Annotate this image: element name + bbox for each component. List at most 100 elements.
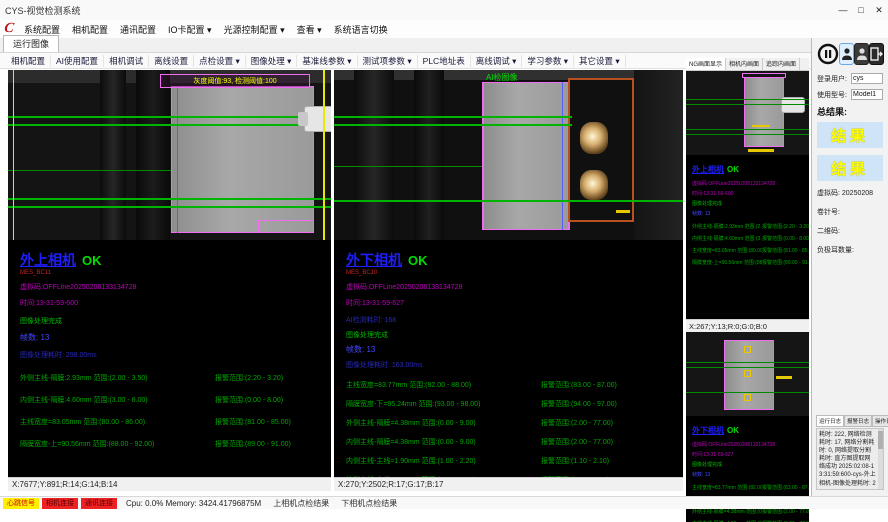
menu-io-config[interactable]: IO卡配置 ▾ [162, 23, 218, 36]
tool-test-params[interactable]: 测试项参数 ▾ [358, 55, 418, 67]
camera-title: 外上相机 [692, 164, 724, 175]
camera-title: 外下相机 [346, 250, 402, 270]
ai-image-overlay-text: AI检图像 [486, 72, 518, 83]
log-tab-alarm[interactable]: 报警日志 [844, 415, 872, 427]
result-ok-label: OK [727, 165, 739, 174]
exit-door-icon [870, 47, 883, 61]
minimize-button[interactable]: — [834, 1, 852, 19]
model-input[interactable] [851, 89, 883, 100]
menu-camera-config[interactable]: 相机配置 [66, 23, 114, 36]
measurement-row: 内侧主线-隔膜:4.60mm 范围:(3.00 - 6.00)报警范围:(0.0… [692, 235, 809, 242]
measurement-row: 主线宽度=83.05mm 范围:(80.00 - 86.00)报警范围:(81.… [692, 247, 809, 254]
tab-run-image[interactable]: 运行图像 [3, 35, 59, 52]
mes-line: MES_BC11 [20, 270, 331, 276]
measure-line-green [686, 134, 809, 135]
left-pixel-coordinate-bar: X:7677;Y:891;R:14;G:14;B:14 [8, 477, 331, 491]
side-tab-track-view[interactable]: 追踪内画面 [763, 58, 800, 70]
menu-view[interactable]: 查看 ▾ [291, 23, 328, 36]
tool-image-processing[interactable]: 图像处理 ▾ [246, 55, 298, 67]
alarm-range: 报警范围:(2.20 - 3.20) [762, 223, 809, 230]
tool-other-settings[interactable]: 其它设置 ▾ [574, 55, 626, 67]
separator-panel-region [744, 77, 784, 147]
lower-camera-spotcheck-link[interactable]: 下相机点检结果 [341, 498, 397, 509]
measurement-row: 内侧主线-主线=1.90mm 范围:(1.00 - 2.20)报警范围:(1.1… [346, 456, 683, 466]
measurement-value: 外侧主线-隔膜=4.38mm 范围:(0.00 - 9.00) [346, 418, 541, 428]
tool-camera-config[interactable]: 相机配置 [6, 55, 51, 67]
menu-comm-config[interactable]: 通讯配置 [114, 23, 162, 36]
tool-offline-debug[interactable]: 离线调试 ▾ [471, 55, 523, 67]
yellow-roi-box [744, 346, 751, 353]
heartbeat-status-badge: 心跳信号 [3, 498, 39, 509]
menu-system-config[interactable]: 系统配置 [18, 23, 66, 36]
left-camera-view: 灰度阈值:93, 检测阈值:100 外上相机OK MES_BC11 虚拟码:OF… [8, 70, 331, 491]
measurement-row: 外侧主线-隔膜:2.93mm 范围:(2.00 - 3.50)报警范围:(2.2… [20, 373, 331, 383]
side-tab-ng-display[interactable]: NG画面显示 [686, 58, 726, 70]
result-ok-label: OK [727, 426, 739, 435]
frame-count-line: 帧数: 13 [346, 344, 683, 355]
mini-upper-image[interactable] [686, 71, 809, 155]
upper-camera-spotcheck-link[interactable]: 上相机点检结果 [273, 498, 329, 509]
bottom-status-bar: 心跳信号 相机连接 通讯连接 Cpu: 0.0% Memory: 3424.41… [0, 496, 888, 509]
login-user-input[interactable] [851, 73, 883, 84]
measurement-value: 内侧主线-主线=1.90mm 范围:(1.00 - 2.20) [346, 456, 541, 466]
tool-learning-params[interactable]: 学习参数 ▾ [522, 55, 574, 67]
exit-button[interactable] [869, 43, 884, 65]
log-tab-run[interactable]: 运行日志 [816, 415, 844, 427]
measurement-row: 主线宽度=83.05mm 范围:(80.00 - 86.00)报警范围:(81.… [20, 417, 331, 427]
close-button[interactable]: ✕ [870, 1, 888, 19]
yellow-marker [748, 149, 774, 152]
virtual-code-line: 虚拟码:OFFLine20250208133134728 [692, 441, 809, 448]
measurement-value: 主线宽度=83.77mm 范围:(82.00 - 88.00) [346, 380, 541, 390]
log-scrollbar-thumb[interactable] [878, 431, 883, 449]
alarm-range: 报警范围:(1.10 - 2.10) [541, 456, 683, 466]
alarm-range: 报警范围:(2.20 - 3.20) [215, 373, 331, 383]
alarm-range: 报警范围:(2.00 - 77.00) [541, 418, 683, 428]
total-result-label: 总结果: [817, 105, 884, 118]
tool-offline-setting[interactable]: 离线设置 [149, 55, 194, 67]
measurement-value: 外侧主线-隔膜:2.93mm 范围:(2.00 - 3.50) [20, 373, 215, 383]
tool-plc-address-table[interactable]: PLC地址表 [418, 55, 471, 67]
machine-stripe [100, 70, 126, 240]
yellow-roi-box [744, 370, 751, 377]
frame-count-line: 帧数: 13 [692, 210, 809, 217]
log-tab-operation[interactable]: 操作日志 [872, 415, 888, 427]
tool-baseline-params[interactable]: 基准线参数 ▾ [297, 55, 357, 67]
time-line: 时间:13-31-59-627 [346, 298, 683, 308]
tool-spotcheck-setting[interactable]: 点检设置 ▾ [194, 55, 246, 67]
menu-language-switch[interactable]: 系统语言切换 [328, 23, 394, 36]
measurement-row: 主线宽度=83.77mm 范围:(82.00 - 88.00)报警范围:(83.… [692, 484, 809, 491]
menu-light-config[interactable]: 光源控制配置 ▾ [218, 23, 291, 36]
time-line: 时间:13-31-59-627 [692, 451, 809, 458]
measurement-value: 隔膜宽度-上=90.56mm 范围:(88.00 - 92.00) [692, 259, 762, 266]
measurement-value: 内侧主线-隔膜=4.38mm 范围:(0.00 - 9.00) [346, 437, 541, 447]
control-icon-row [817, 43, 884, 65]
time-line: 时间:13-31-59-600 [692, 190, 809, 197]
menubar: C 系统配置 相机配置 通讯配置 IO卡配置 ▾ 光源控制配置 ▾ 查看 ▾ 系… [0, 20, 888, 38]
machine-stripe [136, 70, 170, 240]
maximize-button[interactable]: □ [852, 1, 870, 19]
center-result-text: 外下相机OK MES_BC10 虚拟码:OFFLine2025020813313… [334, 240, 683, 477]
log-tabs: 运行日志 报警日志 操作日志 [816, 415, 884, 427]
mini-view-lower: 外下相机OK 虚拟码:OFFLine20250208133134728 时间:1… [686, 332, 809, 522]
window-title: CYS-视觉检测系统 [0, 4, 834, 17]
yellow-marker [616, 210, 630, 213]
measurement-row: 外侧主线-隔膜=4.38mm 范围:(0.00 - 9.00)报警范围:(2.0… [692, 508, 809, 515]
tool-ai-usage-config[interactable]: AI使用配置 [51, 55, 104, 67]
gripper-connector [304, 106, 331, 132]
measurement-row: 隔膜宽度-下=95.24mm 范围:(93.00 - 98.00)报警范围:(9… [346, 399, 683, 409]
login-user-button[interactable] [839, 43, 854, 65]
yellow-marker [776, 376, 792, 379]
center-camera-image[interactable]: AI检图像 [334, 70, 683, 240]
switch-user-button[interactable] [854, 43, 869, 65]
measurement-row: 主线宽度=83.77mm 范围:(82.00 - 88.00)报警范围:(83.… [346, 380, 683, 390]
spacer [692, 271, 809, 319]
log-text-area[interactable]: 耗时: 222, 网络检测耗时: 17, 网络分割耗时: 0, 网络提取分割耗时… [816, 428, 884, 490]
alarm-range: 报警范围:(2.00 - 77.00) [762, 508, 809, 515]
tool-camera-debug[interactable]: 相机调试 [104, 55, 149, 67]
measure-line-green [8, 116, 331, 118]
left-camera-image[interactable]: 灰度阈值:93, 检测阈值:100 [8, 70, 331, 240]
log-scrollbar[interactable] [878, 429, 883, 489]
side-tab-camera-view[interactable]: 相机内画面 [726, 58, 763, 70]
pause-button[interactable] [817, 43, 839, 65]
mini-lower-image[interactable] [686, 332, 809, 416]
